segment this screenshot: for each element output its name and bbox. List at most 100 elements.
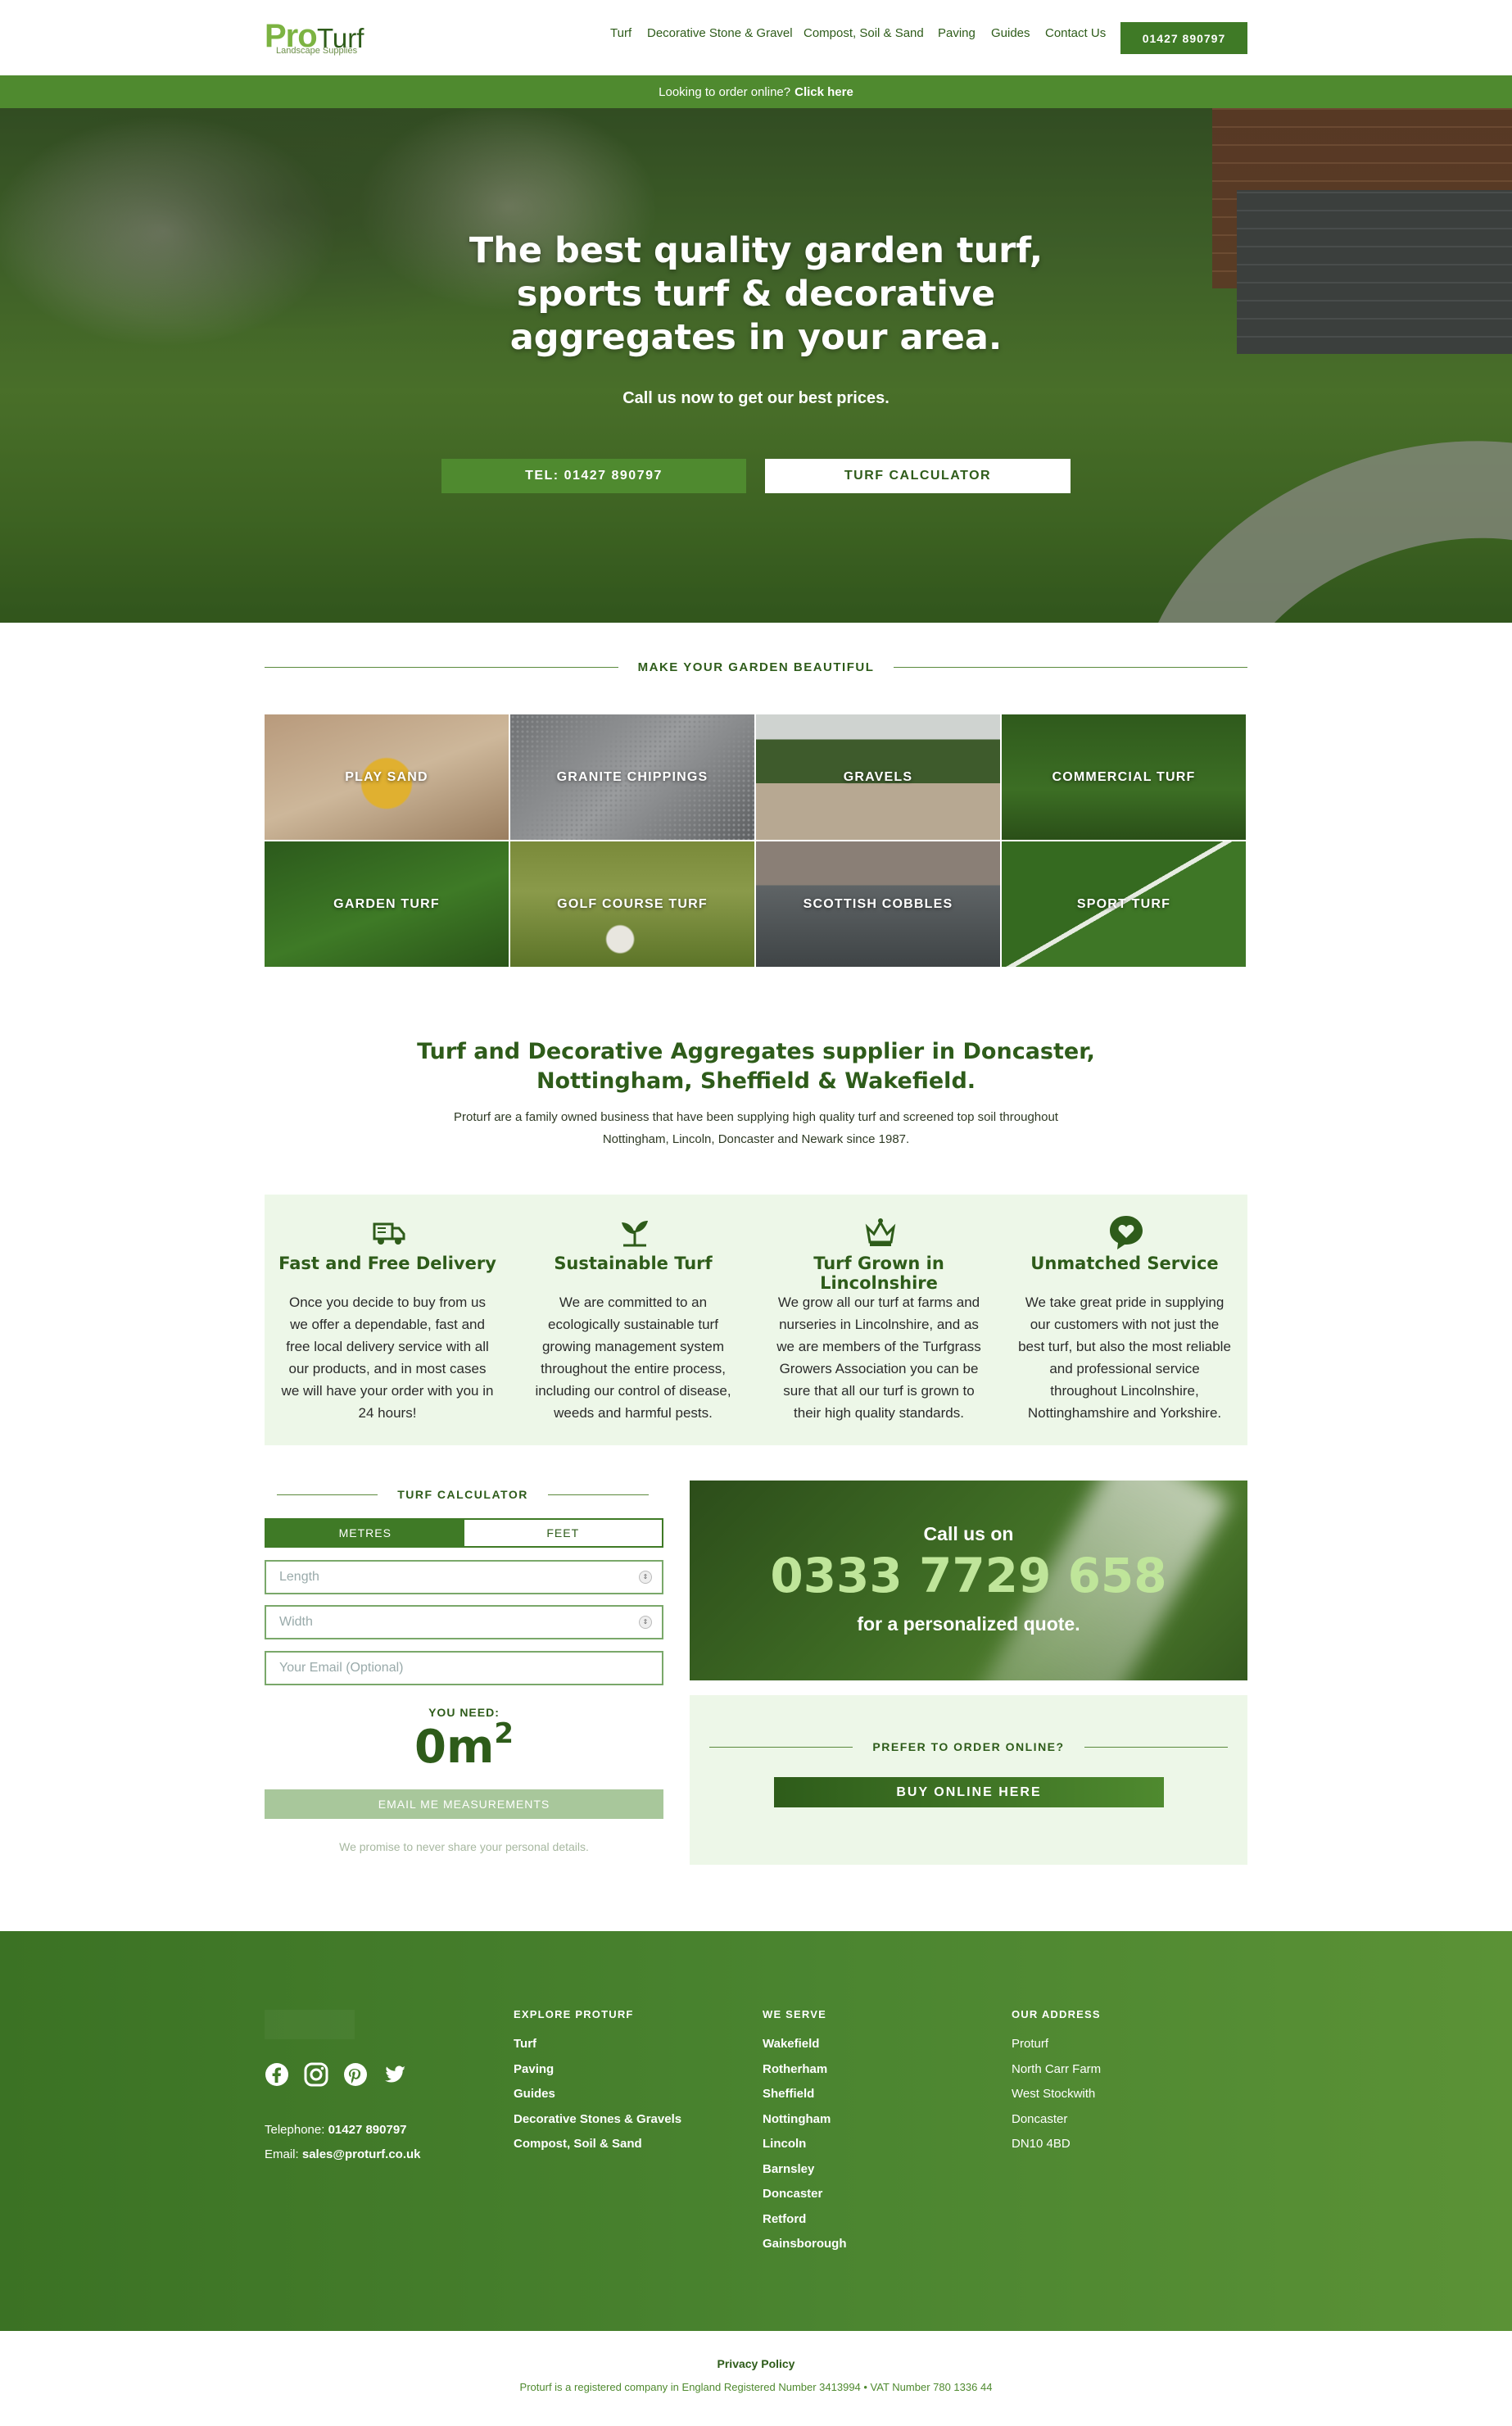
email-input[interactable]: Your Email (Optional) (265, 1651, 663, 1685)
tab-feet[interactable]: FEET (464, 1520, 662, 1546)
intro-text: Proturf are a family owned business that… (454, 1110, 1058, 1146)
footer-link-guides[interactable]: Guides (514, 2082, 681, 2107)
footer-email: Email: sales@proturf.co.uk (265, 2147, 421, 2161)
tile-label: COMMERCIAL TURF (1052, 769, 1196, 784)
crown-icon (865, 1218, 896, 1246)
footer-serve-column: WE SERVE Wakefield Rotherham Sheffield N… (763, 2008, 847, 2257)
buy-online-button[interactable]: BUY ONLINE HERE (774, 1777, 1164, 1807)
page: Pro Turf Landscape Supplies Turf Decorat… (0, 0, 1512, 2426)
tile-gravels[interactable]: GRAVELS (756, 714, 1000, 840)
footer-link-doncaster[interactable]: Doncaster (763, 2182, 847, 2207)
instagram-icon[interactable] (304, 2062, 328, 2087)
feature-title: Turf Grown in Lincolnshire (813, 1254, 944, 1293)
nav-paving[interactable]: Paving (938, 26, 976, 40)
nav-decorative-stone[interactable]: Decorative Stone & Gravel (647, 26, 793, 40)
heart-chat-icon (1110, 1216, 1143, 1249)
facebook-icon[interactable] (265, 2062, 289, 2087)
feature-title: Fast and Free Delivery (278, 1254, 496, 1273)
address-line: Proturf (1012, 2037, 1049, 2051)
footer-link-paving[interactable]: Paving (514, 2057, 681, 2083)
privacy-policy-link[interactable]: Privacy Policy (0, 2357, 1512, 2370)
pinterest-icon[interactable] (343, 2062, 368, 2087)
address-line: DN10 4BD (1012, 2137, 1071, 2151)
tile-sport-turf[interactable]: SPORT TURF (1002, 841, 1246, 967)
call-us-number[interactable]: 0333 7729 658 (690, 1548, 1247, 1603)
email-placeholder: Your Email (Optional) (279, 1661, 404, 1675)
hero-tel-button[interactable]: TEL: 01427 890797 (441, 459, 746, 493)
call-us-banner: Call us on 0333 7729 658 for a personali… (690, 1481, 1247, 1680)
privacy-promise: We promise to never share your personal … (339, 1840, 589, 1853)
footer-link-sheffield[interactable]: Sheffield (763, 2082, 847, 2107)
address-line: West Stockwith (1012, 2087, 1096, 2101)
section-heading-beautiful: MAKE YOUR GARDEN BEAUTIFUL (265, 660, 1248, 674)
tile-label: GOLF COURSE TURF (557, 896, 708, 911)
email-link[interactable]: sales@proturf.co.uk (302, 2147, 421, 2161)
tile-granite-chippings[interactable]: GRANITE CHIPPINGS (510, 714, 754, 840)
feature-title: Sustainable Turf (554, 1254, 713, 1273)
nav-guides[interactable]: Guides (991, 26, 1030, 40)
tile-scottish-cobbles[interactable]: SCOTTISH COBBLES (756, 841, 1000, 967)
width-stepper-icon[interactable]: ⇕ (639, 1616, 652, 1629)
divider-line (894, 667, 1248, 668)
feature-text: We grow all our turf at farms and nurser… (776, 1295, 981, 1421)
footer-link-lincoln[interactable]: Lincoln (763, 2132, 847, 2157)
footer-telephone: Telephone: 01427 890797 (265, 2123, 407, 2137)
order-online-panel: PREFER TO ORDER ONLINE? BUY ONLINE HERE (690, 1695, 1247, 1865)
call-us-label: Call us on (923, 1523, 1014, 1544)
order-bar-link[interactable]: Click here (794, 85, 853, 99)
order-bar-text: Looking to order online? (659, 84, 791, 99)
footer-address-column: OUR ADDRESS Proturf North Carr Farm West… (1012, 2008, 1101, 2157)
telephone-link[interactable]: 01427 890797 (328, 2123, 407, 2137)
unit-tabs: METRES FEET (265, 1518, 663, 1548)
company-registration: Proturf is a registered company in Engla… (519, 2381, 993, 2393)
order-online-heading: PREFER TO ORDER ONLINE? (709, 1740, 1228, 1753)
footer-link-compost[interactable]: Compost, Soil & Sand (514, 2132, 681, 2157)
tile-golf-course-turf[interactable]: GOLF COURSE TURF (510, 841, 754, 967)
tile-commercial-turf[interactable]: COMMERCIAL TURF (1002, 714, 1246, 840)
length-input[interactable]: Length ⇕ (265, 1560, 663, 1594)
tile-label: GRANITE CHIPPINGS (556, 769, 708, 784)
footer-logo[interactable] (265, 2010, 355, 2039)
tile-label: SCOTTISH COBBLES (803, 896, 953, 911)
nav-contact-us[interactable]: Contact Us (1045, 26, 1106, 40)
email-label: Email: (265, 2147, 299, 2161)
footer-link-decorative-stones[interactable]: Decorative Stones & Gravels (514, 2107, 681, 2133)
divider-line (277, 1494, 378, 1495)
length-placeholder: Length (279, 1570, 319, 1584)
hero-title: The best quality garden turf, sports tur… (469, 230, 1043, 358)
length-stepper-icon[interactable]: ⇕ (639, 1571, 652, 1584)
tile-label: GRAVELS (843, 769, 913, 784)
divider-line (709, 1746, 853, 1748)
nav-compost-soil-sand[interactable]: Compost, Soil & Sand (804, 26, 924, 40)
divider-line (1084, 1746, 1228, 1748)
footer-link-gainsborough[interactable]: Gainsborough (763, 2232, 847, 2257)
hero-turf-calculator-button[interactable]: TURF CALCULATOR (765, 459, 1071, 493)
product-tiles: PLAY SAND GRANITE CHIPPINGS GRAVELS COMM… (265, 714, 1247, 967)
social-links (265, 2062, 407, 2087)
address-line: North Carr Farm (1012, 2061, 1102, 2076)
tile-label: GARDEN TURF (333, 896, 440, 911)
footer-link-turf[interactable]: Turf (514, 2032, 681, 2057)
logo[interactable]: Pro Turf Landscape Supplies (265, 18, 371, 61)
tile-play-sand[interactable]: PLAY SAND (265, 714, 509, 840)
width-input[interactable]: Width ⇕ (265, 1605, 663, 1639)
footer-link-rotherham[interactable]: Rotherham (763, 2057, 847, 2083)
email-measurements-button[interactable]: EMAIL ME MEASUREMENTS (265, 1789, 663, 1819)
nav-turf[interactable]: Turf (610, 26, 632, 40)
you-need-label: YOU NEED: (428, 1706, 500, 1719)
calculator-title: TURF CALCULATOR (397, 1488, 528, 1501)
order-online-bar: Looking to order online? Click here (0, 75, 1512, 108)
twitter-icon[interactable] (383, 2062, 407, 2087)
telephone-label: Telephone: (265, 2123, 325, 2137)
tab-metres[interactable]: METRES (266, 1520, 464, 1546)
header-phone-button[interactable]: 01427 890797 (1120, 22, 1247, 54)
footer-link-nottingham[interactable]: Nottingham (763, 2107, 847, 2133)
tile-garden-turf[interactable]: GARDEN TURF (265, 841, 509, 967)
hero-subtitle: Call us now to get our best prices. (622, 389, 890, 407)
site-header: Pro Turf Landscape Supplies Turf Decorat… (0, 0, 1512, 75)
footer-link-retford[interactable]: Retford (763, 2207, 847, 2233)
features-panel: Fast and Free Delivery Once you decide t… (265, 1195, 1247, 1445)
feature-text: We take great pride in supplying our cus… (1018, 1295, 1231, 1421)
footer-link-barnsley[interactable]: Barnsley (763, 2157, 847, 2183)
footer-link-wakefield[interactable]: Wakefield (763, 2032, 847, 2057)
